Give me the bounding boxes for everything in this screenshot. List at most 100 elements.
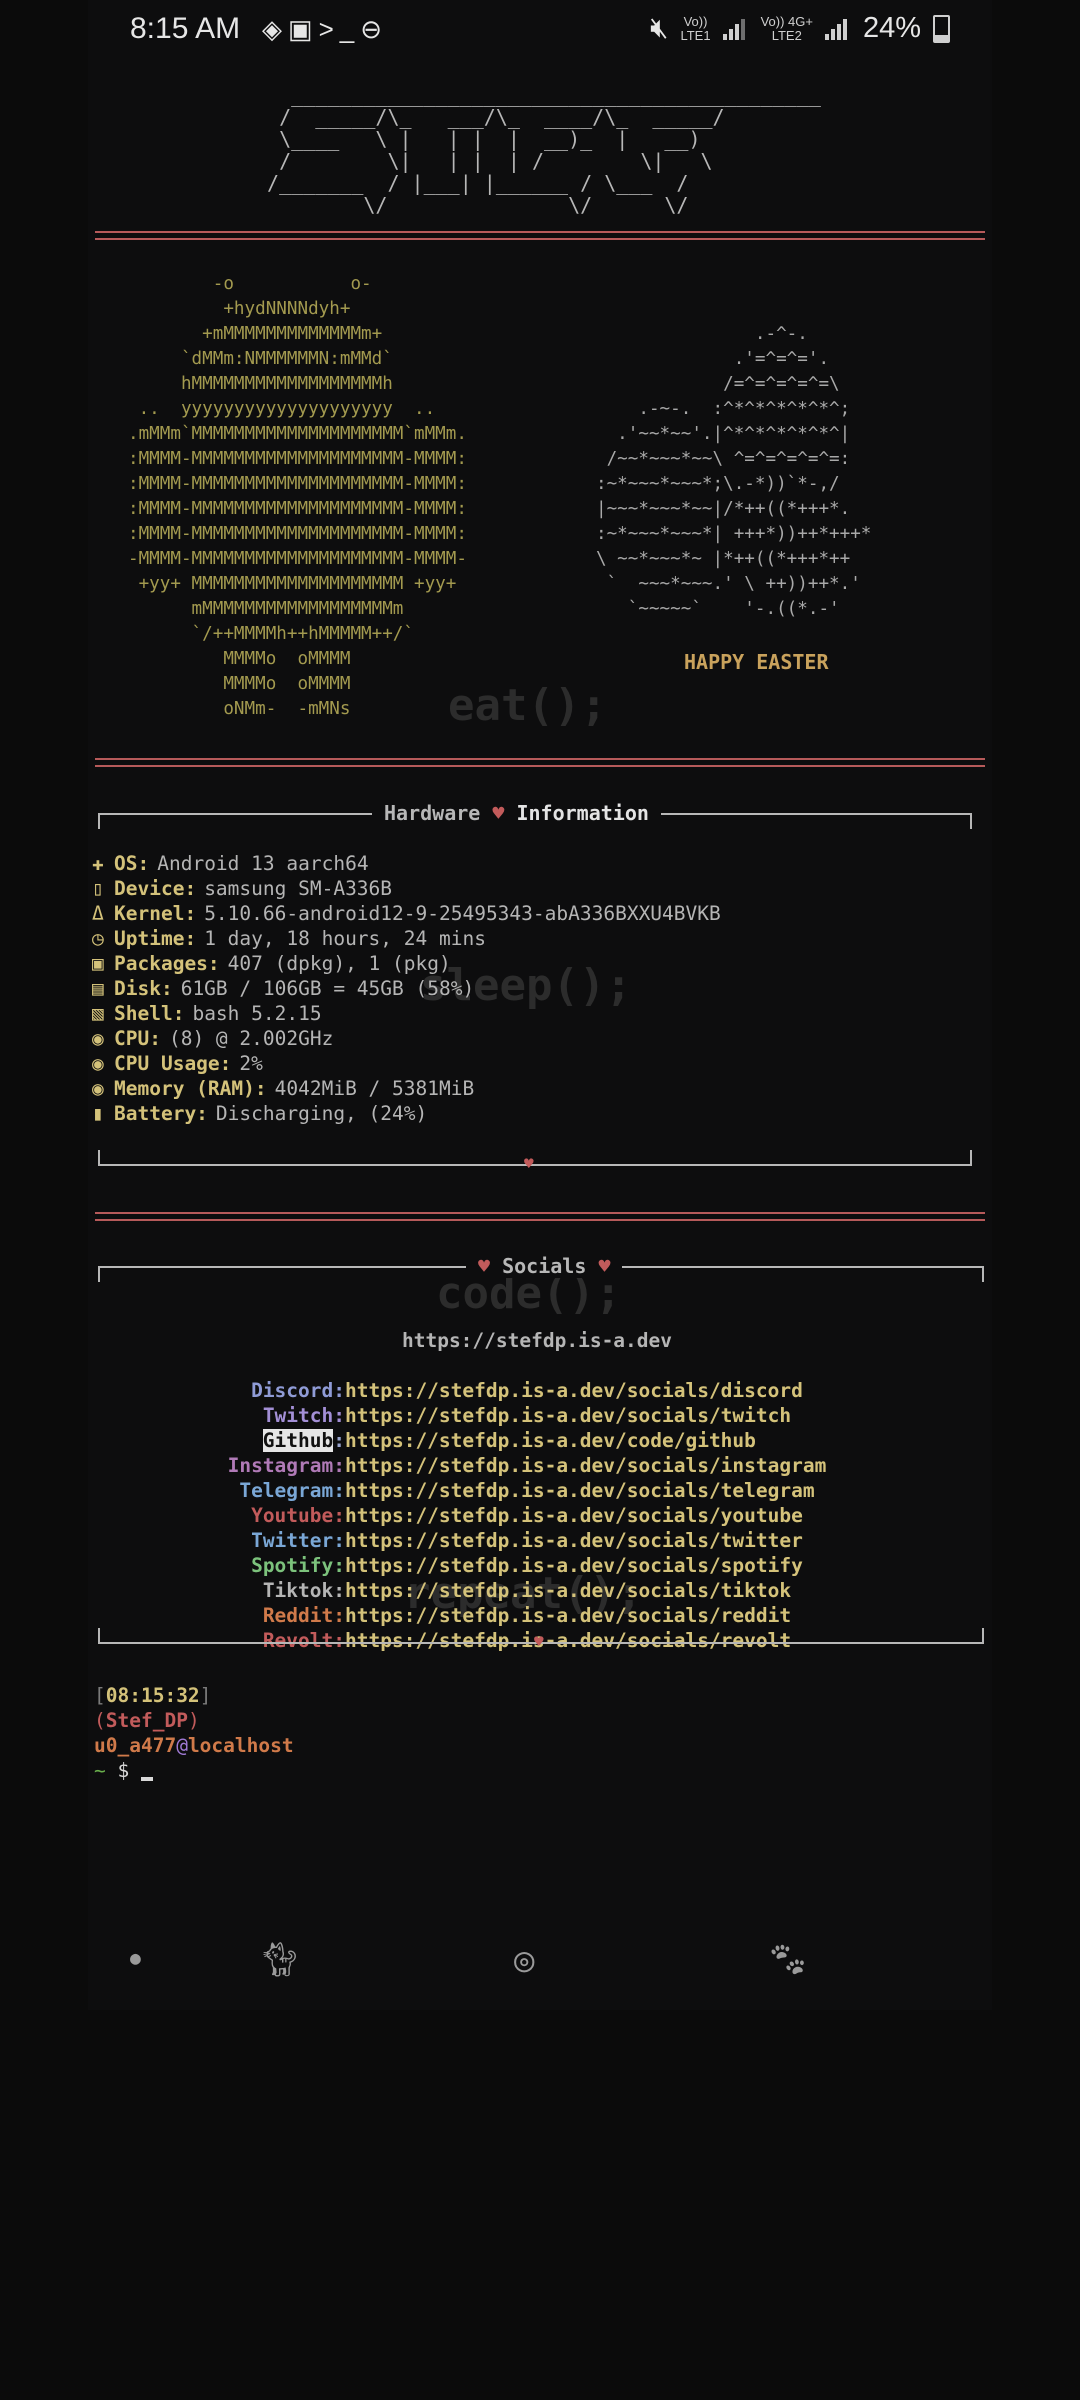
social-name: Reddit: <box>262 1604 345 1627</box>
social-link-row[interactable]: Tiktok: https://stefdp.is-a.dev/socials/… <box>95 1578 979 1603</box>
mute-icon: 🔇︎ <box>650 12 669 44</box>
social-url[interactable]: https://stefdp.is-a.dev/socials/discord <box>345 1378 803 1403</box>
disk-icon: ▤ <box>92 977 104 1000</box>
prompt-symbol: $ <box>117 1759 130 1782</box>
social-url[interactable]: https://stefdp.is-a.dev/socials/youtube <box>345 1503 803 1528</box>
shell-icon: ▧ <box>92 1002 104 1025</box>
hardware-value: 5.10.66-android12-9-25495343-abA336BXXU4… <box>204 902 721 925</box>
hardware-value: 4042MiB / 5381MiB <box>274 1077 475 1100</box>
terminal-icon: >_ <box>318 14 361 44</box>
hardware-key: CPU Usage: <box>114 1052 232 1075</box>
hardware-value: Discharging, (24%) <box>215 1102 428 1125</box>
social-name: Twitch: <box>262 1404 345 1427</box>
status-bar: 8:15 AM ◈▣>_⊖ 🔇︎ Vo)) LTE1 Vo)) 4G+ LTE2 2… <box>0 0 1080 64</box>
hardware-row: ◷ Uptime: 1 day, 18 hours, 24 mins <box>92 926 721 951</box>
hardware-box-top: Hardware ♥ Information <box>98 801 972 829</box>
hardware-info-list: ✚ OS: Android 13 aarch64 ▯ Device: samsung SM… <box>92 851 721 1126</box>
hardware-key: Disk: <box>114 977 173 1000</box>
battery-icon <box>933 14 950 43</box>
hardware-row: ▣ Packages: 407 (dpkg), 1 (pkg) <box>92 951 721 976</box>
social-link-row[interactable]: Twitter: https://stefdp.is-a.dev/socials… <box>95 1528 979 1553</box>
status-right: 🔇︎ Vo)) LTE1 Vo)) 4G+ LTE2 24% <box>650 12 950 45</box>
signal-2-icon <box>824 18 851 40</box>
divider <box>95 1212 985 1221</box>
social-url[interactable]: https://stefdp.is-a.dev/socials/telegram <box>345 1478 815 1503</box>
social-link-row[interactable]: Reddit: https://stefdp.is-a.dev/socials/… <box>95 1603 979 1628</box>
social-name: Spotify: <box>251 1554 345 1577</box>
social-link-row[interactable]: Spotify: https://stefdp.is-a.dev/socials… <box>95 1553 979 1578</box>
sim1-indicator: Vo)) LTE1 <box>680 13 711 43</box>
socials-title: ♥ Socials ♥ <box>466 1254 623 1278</box>
hardware-value: 1 day, 18 hours, 24 mins <box>204 927 486 950</box>
social-name: Twitter: <box>251 1529 345 1552</box>
social-link-row[interactable]: Youtube: https://stefdp.is-a.dev/socials… <box>95 1503 979 1528</box>
hardware-value: (8) @ 2.002GHz <box>168 1027 334 1050</box>
socials-box-bottom: ♥ <box>98 1628 984 1651</box>
social-name: Youtube: <box>251 1504 345 1527</box>
hardware-row: ✚ OS: Android 13 aarch64 <box>92 851 721 876</box>
heart-icon: ♥ <box>598 1254 611 1278</box>
ascii-banner: ________________________________________… <box>267 83 821 217</box>
hardware-value: Android 13 aarch64 <box>157 852 369 875</box>
hardware-key: Memory (RAM): <box>114 1077 267 1100</box>
menu-cat-icon[interactable]: 🐈︎ <box>258 1940 301 1980</box>
social-url[interactable]: https://stefdp.is-a.dev/socials/spotify <box>345 1553 803 1578</box>
cpu-icon: ◉ <box>92 1027 104 1050</box>
hardware-key: Packages: <box>114 952 220 975</box>
social-url[interactable]: https://stefdp.is-a.dev/code/github <box>345 1428 756 1453</box>
cursor <box>141 1777 153 1781</box>
social-url[interactable]: https://stefdp.is-a.dev/socials/twitter <box>345 1528 803 1553</box>
social-name: Discord: <box>251 1379 345 1402</box>
hardware-row: ▤ Disk: 61GB / 106GB = 45GB (58%) <box>92 976 721 1001</box>
hardware-value: 61GB / 106GB = 45GB (58%) <box>180 977 475 1000</box>
social-url[interactable]: https://stefdp.is-a.dev/socials/instagra… <box>345 1453 826 1478</box>
hardware-key: CPU: <box>114 1027 161 1050</box>
social-link-row[interactable]: Discord: https://stefdp.is-a.dev/socials… <box>95 1378 979 1403</box>
back-cat-icon[interactable]: 🐾︎ <box>766 1940 809 1980</box>
heart-icon: ♥ <box>534 1632 544 1651</box>
heart-icon: ♥ <box>524 1154 534 1173</box>
social-url[interactable]: https://stefdp.is-a.dev/socials/twitch <box>345 1403 791 1428</box>
battery-icon: ▮ <box>92 1102 104 1125</box>
hardware-value: 2% <box>239 1052 263 1075</box>
sim2-indicator: Vo)) 4G+ LTE2 <box>760 13 813 43</box>
hardware-value: samsung SM-A336B <box>204 877 393 900</box>
hardware-title: Hardware ♥ Information <box>372 801 661 825</box>
clock: 8:15 AM <box>130 12 241 45</box>
social-url[interactable]: https://stefdp.is-a.dev/socials/reddit <box>345 1603 791 1628</box>
divider <box>95 758 985 767</box>
hardware-key: OS: <box>114 852 150 875</box>
hardware-row: ▧ Shell: bash 5.2.15 <box>92 1001 721 1026</box>
hardware-key: Device: <box>114 877 197 900</box>
social-link-row[interactable]: Twitch: https://stefdp.is-a.dev/socials/… <box>95 1403 979 1428</box>
navigation-bar: ● 🐈︎ ◎ 🐾︎ <box>88 1900 992 2010</box>
signal-1-icon <box>722 18 749 40</box>
prompt-time: 08:15:32 <box>105 1684 200 1707</box>
social-link-row[interactable]: Instagram: https://stefdp.is-a.dev/socia… <box>95 1453 979 1478</box>
wallpaper-text: eat(); <box>448 680 607 731</box>
social-name: Github: <box>262 1429 345 1452</box>
cpu-usage-icon: ◉ <box>92 1052 104 1075</box>
skull-ascii-art: -o o- +hydNNNNdyh+ +mMMMMMMMMMMMMMm+ `dM… <box>128 274 467 719</box>
hardware-box-bottom: ♥ <box>98 1150 972 1173</box>
social-url[interactable]: https://stefdp.is-a.dev/socials/tiktok <box>345 1578 791 1603</box>
social-link-row[interactable]: Telegram: https://stefdp.is-a.dev/social… <box>95 1478 979 1503</box>
divider <box>95 231 985 240</box>
memory-icon: ◉ <box>92 1077 104 1100</box>
hardware-key: Battery: <box>114 1102 208 1125</box>
package-icon: ▣ <box>92 952 104 975</box>
clock-icon: ◷ <box>92 927 104 950</box>
homepage-link[interactable]: https://stefdp.is-a.dev <box>402 1328 672 1353</box>
shell-prompt[interactable]: [08:15:32] (Stef_DP) u0_a477@localhost ~… <box>94 1683 294 1783</box>
hardware-row: ▮ Battery: Discharging, (24%) <box>92 1101 721 1126</box>
social-link-row[interactable]: Github: https://stefdp.is-a.dev/code/git… <box>95 1428 979 1453</box>
hardware-key: Kernel: <box>114 902 197 925</box>
home-dot-icon[interactable]: ● <box>130 1948 141 1969</box>
prompt-host: localhost <box>187 1734 294 1757</box>
social-name: Telegram: <box>239 1479 345 1502</box>
home-cat-icon[interactable]: ◎ <box>514 1940 534 1980</box>
prompt-user: u0_a477 <box>94 1734 177 1757</box>
easter-label: HAPPY EASTER <box>684 650 829 674</box>
easter-egg-ascii-art: .-^-. .'=^=^='. /=^=^=^=^=\ .-~-. :^*^*^… <box>596 324 872 619</box>
image-icon: ▣ <box>288 14 319 44</box>
